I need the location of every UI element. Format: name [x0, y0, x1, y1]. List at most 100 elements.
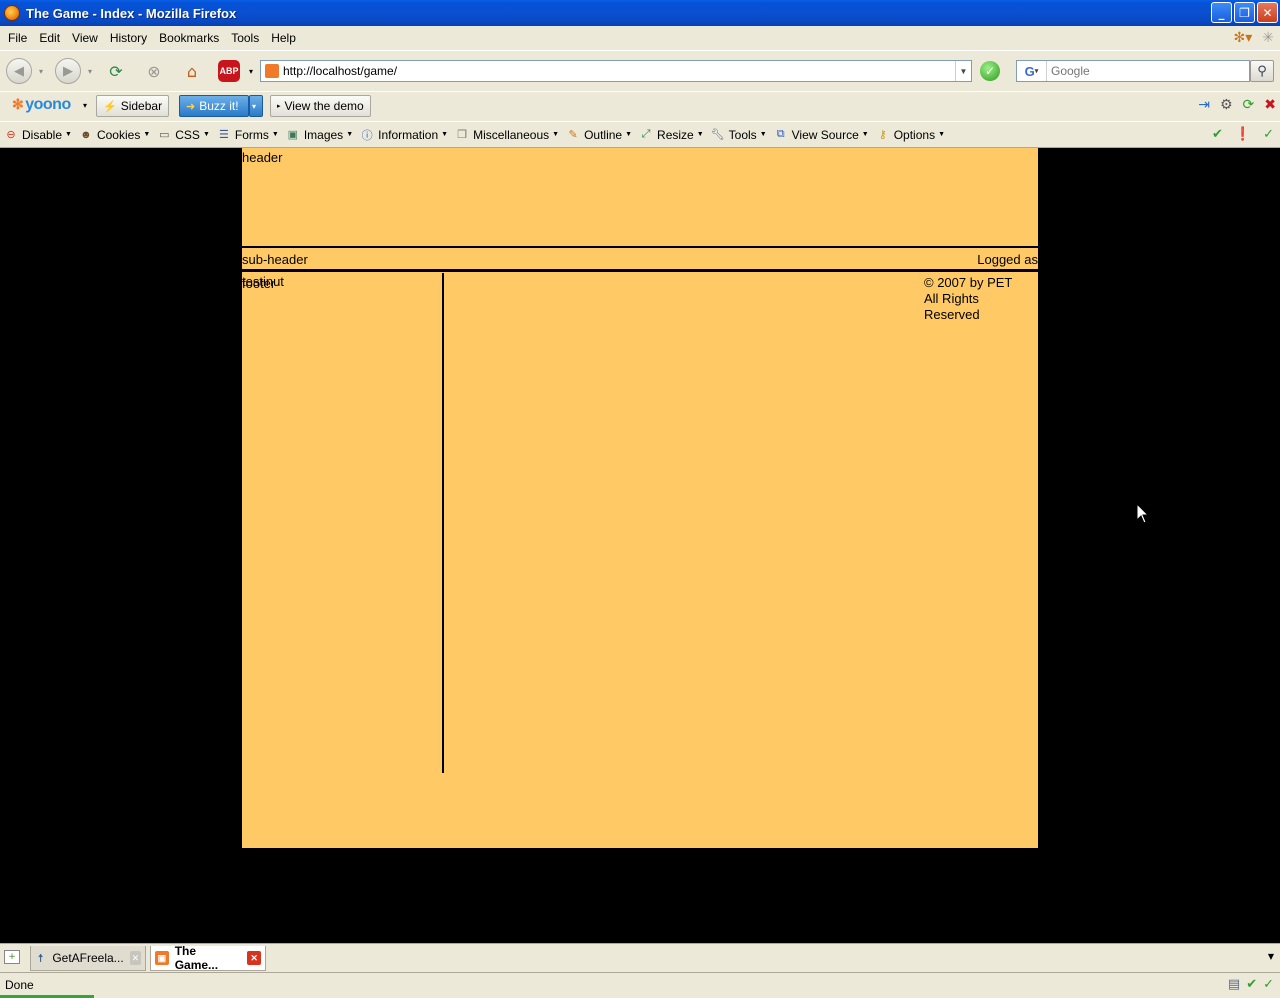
forms-icon: ☰ — [218, 129, 229, 141]
menu-view[interactable]: View — [66, 31, 104, 45]
go-button[interactable]: ✓ — [980, 61, 1000, 81]
site-favicon-icon — [265, 64, 279, 78]
extension-star-icon[interactable]: ✻▾ — [1234, 30, 1253, 46]
close-toolbar-icon[interactable]: ✖ — [1264, 97, 1276, 113]
dev-forms-menu[interactable]: ☰ Forms ▼ — [217, 128, 279, 142]
play-arrow-icon: ▸ — [277, 103, 281, 110]
lightning-icon: ⚡ — [103, 100, 117, 113]
dev-css-menu[interactable]: ▭ CSS ▼ — [157, 128, 210, 142]
valid-check-icon[interactable]: ✔ — [1212, 127, 1223, 142]
maximize-button[interactable]: ❐ — [1234, 2, 1255, 23]
close-button[interactable]: ✕ — [1257, 2, 1278, 23]
dropdown-arrow-icon: ▼ — [938, 131, 946, 138]
menu-history[interactable]: History — [104, 31, 153, 45]
dev-information-label: Information — [378, 127, 439, 142]
tab-label: GetAFreela... — [52, 951, 124, 965]
menu-tools[interactable]: Tools — [225, 31, 265, 45]
yoono-dropdown-icon[interactable]: ▾ — [83, 101, 87, 110]
page-container: header sub-header Logged as testinut foo… — [242, 148, 1038, 848]
content-viewport[interactable]: header sub-header Logged as testinut foo… — [0, 148, 1280, 943]
menu-bar: File Edit View History Bookmarks Tools H… — [0, 26, 1280, 50]
cookies-icon: ☻ — [80, 128, 92, 141]
close-tab-icon[interactable]: ✕ — [247, 951, 261, 965]
yoono-star-icon: ✻ — [12, 96, 24, 112]
share-icon[interactable]: ⇥ — [1198, 97, 1210, 113]
buzz-arrow-icon: ➜ — [186, 100, 196, 113]
buzz-it-button[interactable]: ➜ Buzz it! — [179, 95, 249, 117]
dev-information-menu[interactable]: ⓘ Information ▼ — [360, 128, 448, 142]
subheader-text: sub-header — [242, 252, 308, 267]
search-input[interactable] — [1047, 64, 1237, 78]
dev-cookies-label: Cookies — [96, 127, 141, 142]
yoono-logo[interactable]: ✻ yoono — [12, 96, 71, 114]
status-ok-icon[interactable]: ✓ — [1263, 977, 1274, 992]
menu-edit[interactable]: Edit — [33, 31, 66, 45]
tab-getafreelancer[interactable]: ☨ GetAFreela... ✕ — [30, 946, 146, 971]
web-developer-toolbar: ⊖ Disable ▼ ☻ Cookies ▼ ▭ CSS ▼ ☰ Forms ▼ ▣ Image… — [0, 121, 1280, 148]
dev-tools-menu[interactable]: 🔧︎ Tools ▼ — [711, 128, 767, 142]
copyright-line: © 2007 by PET — [924, 275, 1013, 290]
validator-ok-icon[interactable]: ✔ — [1246, 977, 1257, 992]
refresh-icon[interactable]: ⟳ — [1243, 97, 1255, 113]
menu-file[interactable]: File — [2, 31, 33, 45]
logged-as-text: Logged as — [977, 252, 1038, 267]
minimize-button[interactable]: _ — [1211, 2, 1232, 23]
dev-options-menu[interactable]: ⚷ Options ▼ — [876, 128, 945, 142]
disable-icon: ⊖ — [6, 129, 16, 141]
menu-bookmarks[interactable]: Bookmarks — [153, 31, 225, 45]
buzz-dropdown-icon[interactable]: ▾ — [249, 95, 263, 117]
tab-bar: + ☨ GetAFreela... ✕ ▣ The Game... ✕ ▼ — [0, 943, 1280, 972]
search-magnifier-icon[interactable]: ⚲ — [1250, 60, 1274, 82]
dev-disable-label: Disable — [22, 127, 63, 142]
new-tab-icon[interactable]: + — [4, 950, 20, 964]
menu-help[interactable]: Help — [265, 31, 302, 45]
url-bar[interactable]: http://localhost/game/ ▼ — [260, 60, 972, 82]
forward-history-dropdown-icon[interactable]: ▾ — [83, 59, 97, 83]
url-history-dropdown-icon[interactable]: ▼ — [955, 61, 971, 81]
window-controls: _ ❐ ✕ — [1211, 2, 1278, 23]
search-box[interactable]: G ▾ — [1016, 60, 1250, 82]
header-text: header — [242, 150, 283, 165]
getafreelancer-favicon-icon: ☨ — [37, 952, 44, 965]
dev-miscellaneous-menu[interactable]: ❒ Miscellaneous ▼ — [455, 128, 559, 142]
view-source-icon: ⧉ — [776, 128, 785, 140]
dev-images-menu[interactable]: ▣ Images ▼ — [286, 128, 354, 142]
yoono-right-tools: ⇥ ⚙ ⟳ ✖ — [1198, 97, 1276, 113]
window-titlebar[interactable]: The Game - Index - Mozilla Firefox _ ❐ ✕ — [0, 0, 1280, 26]
dev-view-source-menu[interactable]: ⧉ View Source ▼ — [774, 128, 869, 142]
sidebar-button[interactable]: ⚡ Sidebar — [96, 95, 170, 117]
page-info-icon[interactable]: ▤ — [1228, 977, 1240, 992]
adblock-dropdown-icon[interactable]: ▾ — [244, 59, 258, 83]
dropdown-arrow-icon: ▼ — [759, 131, 767, 138]
dev-view-source-label: View Source — [791, 127, 859, 142]
reload-icon[interactable]: ⟳ — [104, 59, 128, 83]
dev-outline-label: Outline — [584, 127, 623, 142]
tab-the-game[interactable]: ▣ The Game... ✕ — [150, 944, 266, 972]
forward-button[interactable]: ▶ — [55, 58, 81, 84]
dev-disable-menu[interactable]: ⊖ Disable ▼ — [4, 128, 72, 142]
page-subheader: sub-header Logged as — [242, 250, 1038, 272]
dev-resize-menu[interactable]: ⤢ Resize ▼ — [639, 128, 704, 142]
settings-icon[interactable]: ⚙ — [1220, 97, 1233, 113]
back-button[interactable]: ◀ — [6, 58, 32, 84]
tab-list-dropdown-icon[interactable]: ▼ — [1268, 952, 1274, 961]
ok-circle-icon[interactable]: ✓ — [1263, 127, 1274, 142]
url-text[interactable]: http://localhost/game/ — [283, 64, 397, 78]
buzz-it-label: Buzz it! — [199, 99, 239, 113]
dev-outline-menu[interactable]: ✎ Outline ▼ — [566, 128, 632, 142]
search-engine-selector[interactable]: G ▾ — [1017, 61, 1047, 81]
dropdown-arrow-icon: ▼ — [143, 131, 151, 138]
home-icon[interactable]: ⌂ — [180, 59, 204, 83]
page-header: header — [242, 148, 1038, 248]
dev-forms-label: Forms — [234, 127, 269, 142]
adblock-plus-button[interactable]: ABP — [218, 60, 240, 82]
error-icon[interactable]: ❗ — [1235, 127, 1251, 142]
dev-cookies-menu[interactable]: ☻ Cookies ▼ — [79, 128, 150, 142]
stop-icon[interactable]: ⊗ — [142, 59, 166, 83]
view-demo-label: View the demo — [284, 99, 364, 113]
dropdown-arrow-icon: ▼ — [625, 131, 633, 138]
view-demo-button[interactable]: ▸ View the demo — [270, 95, 371, 117]
close-tab-icon[interactable]: ✕ — [129, 951, 141, 965]
dropdown-arrow-icon: ▼ — [65, 131, 72, 138]
back-history-dropdown-icon[interactable]: ▾ — [34, 59, 48, 83]
